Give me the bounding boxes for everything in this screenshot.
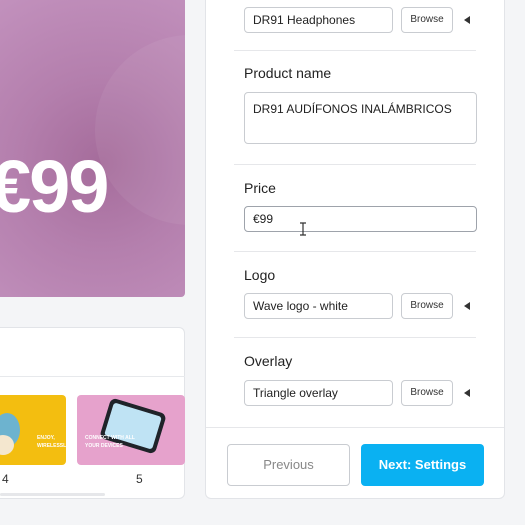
preview-hero: €99 xyxy=(0,0,185,297)
slide-number: 5 xyxy=(136,472,143,486)
product-name-label: Product name xyxy=(244,65,332,81)
slide-number: 4 xyxy=(2,472,9,486)
divider xyxy=(234,50,476,51)
text-cursor-icon xyxy=(300,222,306,236)
slide-caption: CONNECT WITH ALL YOUR DEVICES xyxy=(85,435,135,449)
caret-left-icon[interactable] xyxy=(464,389,470,397)
overlay-input[interactable]: Triangle overlay xyxy=(244,380,393,406)
preview-price: €99 xyxy=(0,145,109,228)
slides-panel: ENJOY, WIRELESSLY CONNECT WITH ALL YOUR … xyxy=(0,327,185,499)
settings-form-panel: DR91 Headphones Browse Product name DR91… xyxy=(205,0,505,499)
logo-input[interactable]: Wave logo - white xyxy=(244,293,393,319)
divider xyxy=(234,164,476,165)
product-name-input[interactable]: DR91 AUDÍFONOS INALÁMBRICOS xyxy=(244,92,477,144)
slides-divider xyxy=(0,376,185,377)
caret-left-icon[interactable] xyxy=(464,16,470,24)
logo-browse-button[interactable]: Browse xyxy=(401,293,453,319)
price-label: Price xyxy=(244,180,276,196)
footer-divider xyxy=(206,427,504,428)
headphones-field[interactable]: DR91 Headphones xyxy=(244,7,393,33)
previous-button[interactable]: Previous xyxy=(227,444,350,486)
divider xyxy=(234,337,476,338)
slide-thumbnail-5[interactable]: CONNECT WITH ALL YOUR DEVICES xyxy=(77,395,185,465)
slides-scrollbar[interactable] xyxy=(0,493,105,496)
overlay-browse-button[interactable]: Browse xyxy=(401,380,453,406)
overlay-label: Overlay xyxy=(244,353,293,369)
browse-button[interactable]: Browse xyxy=(401,7,453,33)
slide-caption: ENJOY, WIRELESSLY xyxy=(37,435,66,449)
divider xyxy=(234,251,476,252)
price-input[interactable]: €99 xyxy=(244,206,477,232)
slide-thumbnail-4[interactable]: ENJOY, WIRELESSLY xyxy=(0,395,66,465)
logo-label: Logo xyxy=(244,267,276,283)
next-settings-button[interactable]: Next: Settings xyxy=(361,444,484,486)
caret-left-icon[interactable] xyxy=(464,302,470,310)
